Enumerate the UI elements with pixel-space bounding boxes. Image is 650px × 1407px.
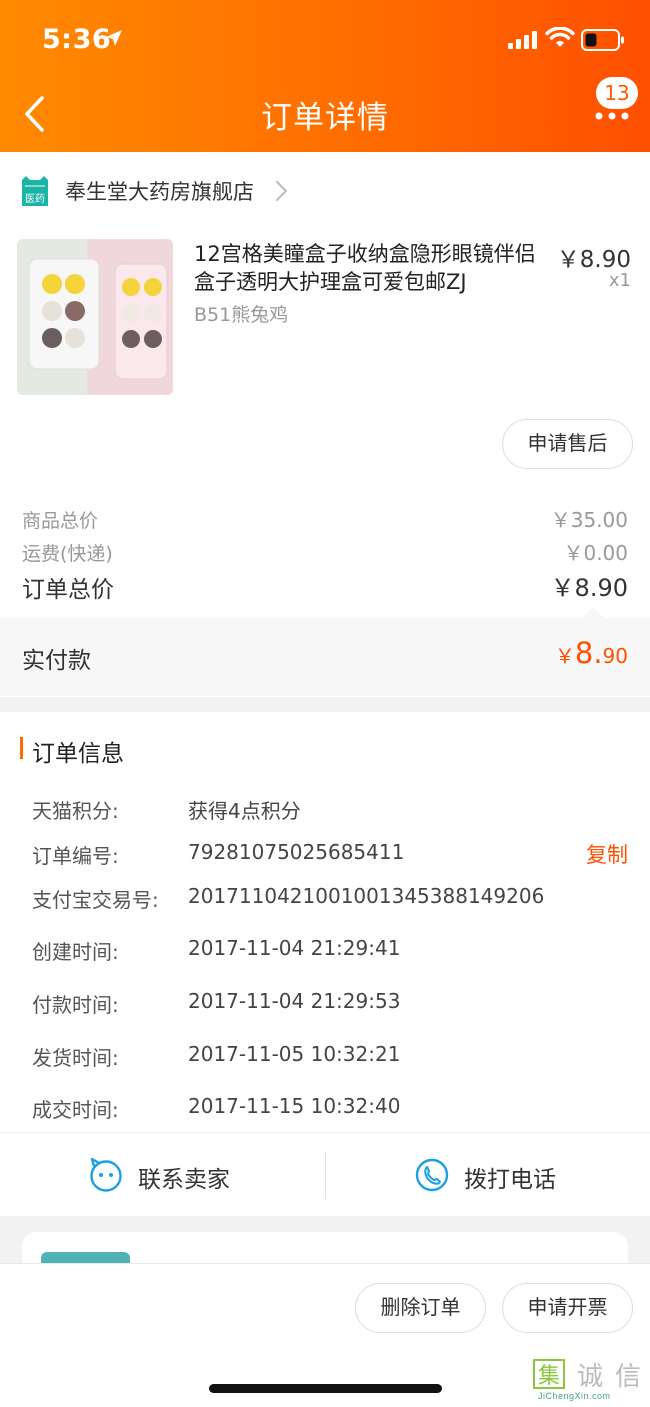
contact-lens-case-image <box>17 239 173 395</box>
app-header: 5:36 订单详情 13 <box>0 0 650 152</box>
paid-currency: ￥ <box>554 644 575 668</box>
paid-integer: 8. <box>574 636 603 670</box>
info-value-alipay-number: 2017110421001001345388149206 <box>188 884 545 908</box>
order-total-value: ￥8.90 <box>550 574 628 602</box>
info-value-shipped-time: 2017-11-05 10:32:21 <box>188 1042 401 1066</box>
battery-icon <box>581 29 624 51</box>
watermark-glyph-3: 信 <box>615 1362 641 1392</box>
status-time: 5:36 <box>42 24 112 55</box>
location-arrow-icon <box>106 30 122 46</box>
after-sales-button[interactable]: 申请售后 <box>502 419 633 469</box>
page-title: 订单详情 <box>261 100 389 136</box>
goods-total-value: ￥35.00 <box>550 508 628 532</box>
info-value-paid-time: 2017-11-04 21:29:53 <box>188 989 401 1013</box>
shipping-value: ￥0.00 <box>563 541 628 565</box>
contact-bar: 联系卖家 拨打电话 <box>0 1132 650 1216</box>
wifi-icon <box>545 27 575 47</box>
product-title[interactable]: 12宫格美瞳盒子收纳盒隐形眼镜伴侣盒子透明大护理盒可爱包邮ZJ <box>194 240 549 296</box>
info-label-alipay-number: 支付宝交易号: <box>32 888 159 912</box>
copy-order-number-button[interactable]: 复制 <box>586 839 628 869</box>
store-icon-label: 医药 <box>25 193 45 205</box>
store-name[interactable]: 奉生堂大药房旗舰店 <box>65 176 254 206</box>
phone-icon <box>415 1158 449 1192</box>
paid-band-pointer <box>582 607 604 618</box>
shipping-label: 运费(快递) <box>22 543 113 565</box>
goods-total-label: 商品总价 <box>22 510 99 532</box>
info-value-completed-time: 2017-11-15 10:32:40 <box>188 1094 401 1118</box>
paid-amount-band <box>0 618 650 696</box>
paid-label: 实付款 <box>22 648 91 674</box>
product-price: ￥8.90 <box>556 247 631 273</box>
chat-face-icon <box>90 1157 122 1192</box>
home-indicator[interactable] <box>209 1384 442 1393</box>
cellular-signal-icon <box>508 31 537 49</box>
order-total-label: 订单总价 <box>22 577 114 603</box>
paid-decimal: 90 <box>602 644 628 668</box>
order-info-title: 订单信息 <box>32 741 124 767</box>
store-pharmacy-icon[interactable]: 医药 <box>20 174 50 208</box>
product-variant: B51熊兔鸡 <box>194 304 289 326</box>
watermark-glyph-2: 诚 <box>577 1362 603 1392</box>
request-invoice-button[interactable]: 申请开票 <box>502 1283 633 1333</box>
info-label-completed-time: 成交时间: <box>32 1098 119 1122</box>
info-value-order-number: 79281075025685411 <box>188 840 405 864</box>
info-label-paid-time: 付款时间: <box>32 993 119 1017</box>
info-label-points: 天猫积分: <box>32 799 119 823</box>
watermark-glyph-1: 集 <box>538 1364 560 1389</box>
delete-order-button[interactable]: 删除订单 <box>355 1283 486 1333</box>
watermark-subtext: JiChengXin.com <box>538 1391 611 1401</box>
info-label-created-time: 创建时间: <box>32 940 119 964</box>
status-bar: 5:36 <box>0 0 650 80</box>
info-label-order-number: 订单编号: <box>32 844 119 868</box>
call-phone-label: 拨打电话 <box>464 1167 556 1193</box>
contact-seller-label: 联系卖家 <box>138 1167 230 1193</box>
info-label-shipped-time: 发货时间: <box>32 1046 119 1070</box>
notification-badge[interactable]: 13 <box>596 77 638 109</box>
chevron-right-icon[interactable] <box>273 180 289 202</box>
info-value-created-time: 2017-11-04 21:29:41 <box>188 936 401 960</box>
contact-seller-button[interactable]: 联系卖家 <box>0 1133 325 1217</box>
section-accent-bar <box>20 737 23 759</box>
product-quantity: x1 <box>608 270 631 291</box>
paid-amount: ￥8.90 <box>555 636 628 670</box>
call-phone-button[interactable]: 拨打电话 <box>325 1133 650 1217</box>
info-value-points: 获得4点积分 <box>188 799 301 823</box>
product-image[interactable] <box>17 239 173 395</box>
